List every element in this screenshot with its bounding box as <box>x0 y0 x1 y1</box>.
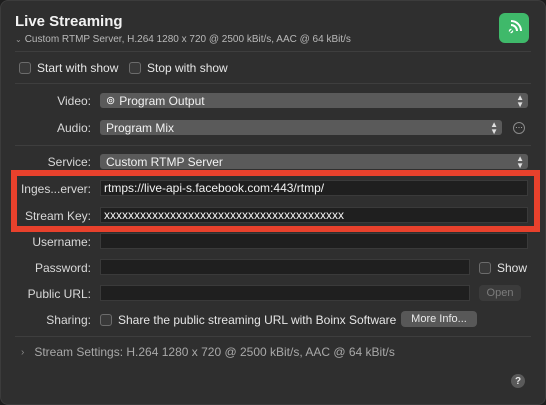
audio-select[interactable]: Program Mix ▲ ▼ <box>100 120 502 135</box>
show-password-checkbox[interactable] <box>479 262 491 274</box>
panel-title: Live Streaming <box>15 13 123 30</box>
panel-subtitle[interactable]: ⌄ Custom RTMP Server, H.264 1280 x 720 @… <box>15 34 351 45</box>
username-label: Username: <box>32 235 91 249</box>
start-with-show-checkbox[interactable] <box>19 62 31 74</box>
start-with-show-label: Start with show <box>37 61 119 75</box>
video-select-value: Program Output <box>119 93 205 108</box>
video-select[interactable]: ⊚ Program Output ▲ ▼ <box>100 93 528 108</box>
stop-with-show-checkbox[interactable] <box>129 62 141 74</box>
show-password-label: Show <box>497 261 528 275</box>
program-output-icon: ⊚ <box>106 95 116 107</box>
divider <box>15 336 531 337</box>
more-info-button[interactable]: More Info... <box>401 311 477 327</box>
stream-key-field[interactable]: xxxxxxxxxxxxxxxxxxxxxxxxxxxxxxxxxxxxxxxx <box>100 207 528 223</box>
ingest-server-label: Inges...erver: <box>20 182 91 196</box>
password-field[interactable] <box>100 259 470 275</box>
chevron-down-icon: ⌄ <box>15 35 22 44</box>
video-label: Video: <box>57 94 91 108</box>
share-url-option[interactable]: Share the public streaming URL with Boin… <box>100 313 396 327</box>
audio-options-icon[interactable]: ⋯ <box>513 122 525 134</box>
divider <box>15 145 531 146</box>
sharing-label: Sharing: <box>46 313 91 327</box>
divider <box>15 51 531 52</box>
stop-with-show-option[interactable]: Stop with show <box>129 61 228 75</box>
stream-settings-text: Stream Settings: H.264 1280 x 720 @ 2500… <box>34 345 395 359</box>
show-password-option[interactable]: Show <box>479 261 527 275</box>
chevron-right-icon: › <box>21 346 25 358</box>
divider <box>15 83 531 84</box>
audio-select-value: Program Mix <box>106 120 175 135</box>
service-label: Service: <box>47 155 91 169</box>
help-button[interactable]: ? <box>511 374 525 388</box>
start-with-show-option[interactable]: Start with show <box>19 61 118 75</box>
subtitle-text: Custom RTMP Server, H.264 1280 x 720 @ 2… <box>24 34 351 45</box>
select-arrows-icon: ▲ ▼ <box>516 153 524 170</box>
live-streaming-panel: Live Streaming ⌄ Custom RTMP Server, H.2… <box>0 0 546 405</box>
share-url-label: Share the public streaming URL with Boin… <box>118 313 397 327</box>
stop-with-show-label: Stop with show <box>147 61 228 75</box>
password-label: Password: <box>34 261 91 275</box>
audio-label: Audio: <box>56 121 91 135</box>
public-url-field[interactable] <box>100 285 470 301</box>
select-arrows-icon: ▲ ▼ <box>516 92 524 109</box>
stream-key-label: Stream Key: <box>24 209 91 223</box>
share-url-checkbox[interactable] <box>100 314 112 326</box>
public-url-label: Public URL: <box>27 287 91 301</box>
open-button[interactable]: Open <box>479 285 521 301</box>
service-select[interactable]: Custom RTMP Server ▲ ▼ <box>100 154 528 169</box>
stream-settings-disclosure[interactable]: › Stream Settings: H.264 1280 x 720 @ 25… <box>21 345 395 359</box>
username-field[interactable] <box>100 233 528 249</box>
ingest-server-field[interactable]: rtmps://live-api-s.facebook.com:443/rtmp… <box>100 180 528 196</box>
select-arrows-icon: ▲ ▼ <box>490 119 498 136</box>
broadcast-icon[interactable] <box>499 13 529 43</box>
service-select-value: Custom RTMP Server <box>106 154 223 169</box>
